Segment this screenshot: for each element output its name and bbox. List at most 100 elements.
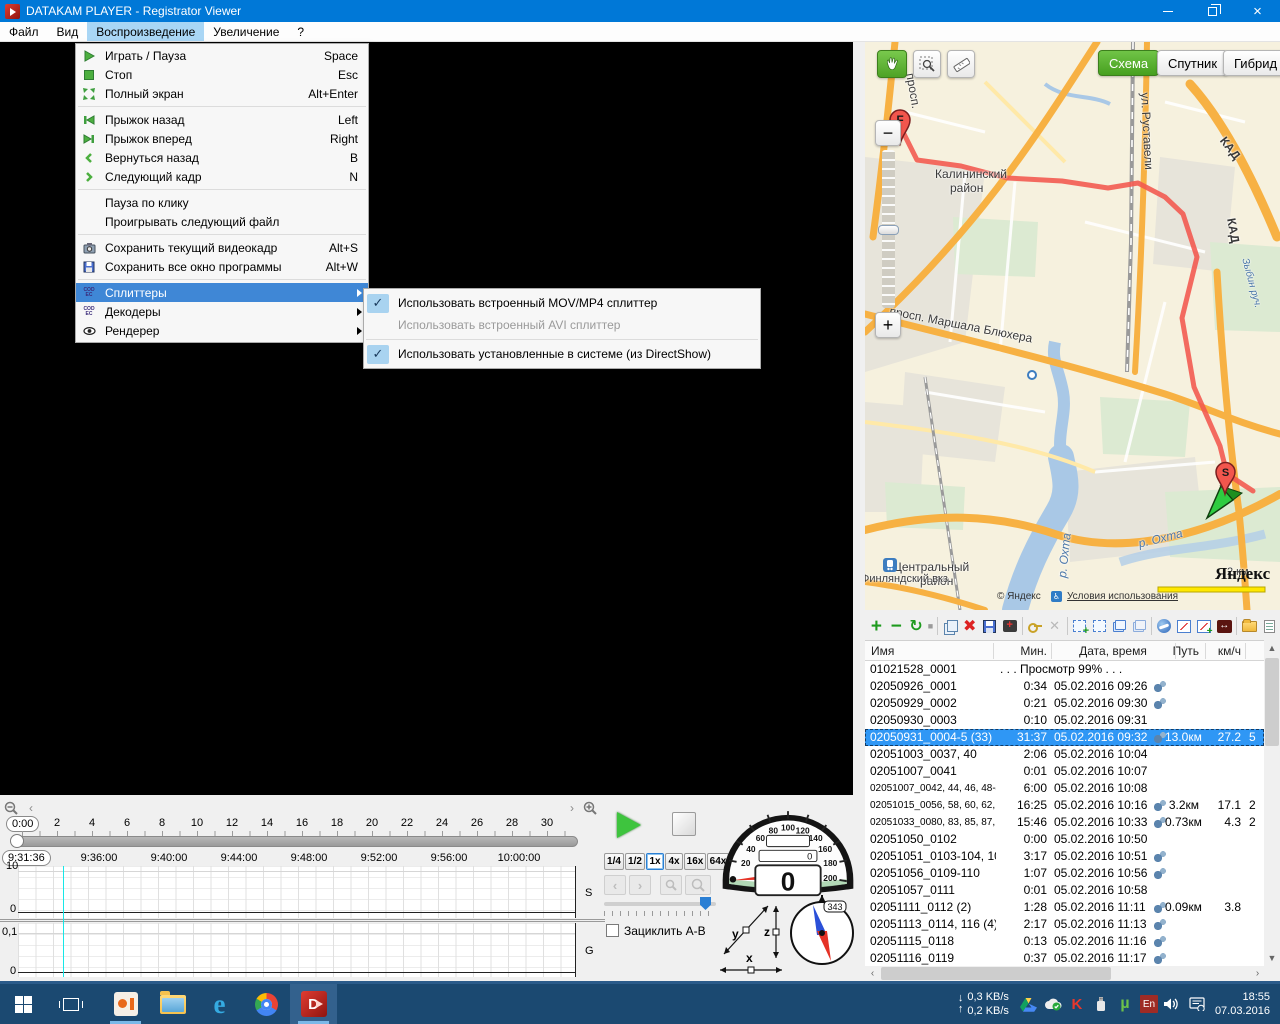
utorrent-tray-icon[interactable]: µ [1113, 984, 1137, 1024]
scroll-left-button[interactable]: ‹ [865, 966, 880, 981]
table-row[interactable]: 02051057_01110:0105.02.2016 10:58 [865, 882, 1264, 899]
table-row[interactable]: 02050926_00010:3405.02.2016 09:26 [865, 678, 1264, 695]
track-chart-button[interactable] [1175, 614, 1193, 638]
speed-1x-button[interactable]: 1x [646, 853, 664, 870]
column-name[interactable]: Имя [871, 641, 894, 661]
add-selection-button[interactable] [1070, 614, 1088, 638]
table-row[interactable]: 02051015_0056, 58, 60, 62, 64, 71, 75 (.… [865, 797, 1264, 814]
terms-link[interactable]: Условия использования [1067, 591, 1178, 602]
refresh-button[interactable]: ↻ [907, 614, 925, 638]
google-earth-button[interactable] [1155, 614, 1173, 638]
loop-ab-checkbox[interactable] [606, 924, 619, 937]
table-row[interactable]: 01021528_0001 . . . Просмотр 99% . . . [865, 661, 1264, 678]
pan-tool-button[interactable] [877, 50, 907, 78]
cut-button[interactable]: ✕ [1046, 614, 1064, 638]
ungroup-button[interactable] [1130, 614, 1148, 638]
map-layer-satellite-button[interactable]: Спутник [1157, 50, 1228, 76]
menu-item-play-next-file[interactable]: Проигрывать следующий файл [76, 212, 368, 231]
timeline-zoom-in-button[interactable] [581, 800, 599, 816]
open-folder-button[interactable] [1240, 614, 1258, 638]
timeline-zoom-out-button[interactable] [2, 800, 20, 816]
google-drive-tray-icon[interactable] [1017, 984, 1041, 1024]
save-file-button[interactable] [981, 614, 999, 638]
scroll-down-button[interactable]: ▼ [1264, 950, 1280, 966]
table-row[interactable]: 02051007_0042, 44, 46, 48-49, 51-52 (1..… [865, 780, 1264, 797]
speed-half-button[interactable]: 1/2 [625, 853, 645, 870]
taskbar-app-datakam[interactable]: D [290, 984, 337, 1024]
zoom-slider-track[interactable] [604, 902, 716, 906]
next-file-button[interactable]: › [629, 875, 651, 895]
menu-item-fullscreen[interactable]: Полный экран Alt+Enter [76, 84, 368, 103]
menu-item-jump-back[interactable]: Прыжок назад Left [76, 110, 368, 129]
table-row[interactable]: 02051003_0037, 402:0605.02.2016 10:04 [865, 746, 1264, 763]
kaspersky-tray-icon[interactable]: K [1065, 984, 1089, 1024]
submenu-item-directshow[interactable]: ✓ Использовать установленные в системе (… [364, 343, 760, 365]
menu-item-save-frame[interactable]: Сохранить текущий видеокадр Alt+S [76, 238, 368, 257]
table-horizontal-scrollbar[interactable]: ‹ › [865, 966, 1280, 981]
graph-divider[interactable] [0, 919, 605, 922]
map-zoom-in-button[interactable]: + [875, 312, 901, 338]
copy-button[interactable] [941, 614, 959, 638]
table-row[interactable]: 02051033_0080, 83, 85, 87, 93, 96 (22)15… [865, 814, 1264, 831]
table-row[interactable]: 02051051_0103-104, 107 (6)3:1705.02.2016… [865, 848, 1264, 865]
start-button[interactable] [0, 984, 47, 1024]
toolbar-dropdown-button[interactable]: ■ [927, 614, 934, 638]
menu-item-stop[interactable]: Стоп Esc [76, 65, 368, 84]
report-button[interactable] [1260, 614, 1278, 638]
minimize-button[interactable] [1145, 0, 1190, 22]
group-button[interactable] [1110, 614, 1128, 638]
table-row[interactable]: 02051111_0112 (2)1:2805.02.2016 11:11 0.… [865, 899, 1264, 916]
video-export-button[interactable]: ↔ [1215, 614, 1233, 638]
menu-item-decoders[interactable]: CODEC Декодеры [76, 302, 368, 321]
add-file-button[interactable]: + [867, 614, 885, 638]
table-row[interactable]: 02050929_00020:2105.02.2016 09:30 [865, 695, 1264, 712]
table-row[interactable]: 02051007_00410:0105.02.2016 10:07 [865, 763, 1264, 780]
selection-button[interactable] [1090, 614, 1108, 638]
column-minutes[interactable]: Мин. [995, 641, 1047, 661]
column-path[interactable]: Путь [1165, 641, 1199, 661]
chart-add-button[interactable] [1195, 614, 1213, 638]
menu-item-jump-forward[interactable]: Прыжок вперед Right [76, 129, 368, 148]
menu-playback[interactable]: Воспроизведение [87, 22, 204, 41]
horizontal-scroll-thumb[interactable] [881, 967, 1111, 980]
taskbar-app-edge[interactable]: e [196, 984, 243, 1024]
zoom-select-tool-button[interactable] [913, 50, 941, 78]
menu-help[interactable]: ? [288, 22, 313, 41]
menu-item-renderer[interactable]: Рендерер [76, 321, 368, 340]
delete-button[interactable]: ✖ [961, 614, 979, 638]
menu-item-play-pause[interactable]: Играть / Пауза Space [76, 46, 368, 65]
action-center-button[interactable] [1185, 984, 1209, 1024]
prev-file-button[interactable]: ‹ [604, 875, 626, 895]
table-row-selected[interactable]: 02050931_0004-5 (33)31:3705.02.2016 09:3… [865, 729, 1264, 746]
stop-button[interactable] [672, 812, 696, 836]
menu-file[interactable]: Файл [0, 22, 48, 41]
menu-zoom[interactable]: Увеличение [204, 22, 288, 41]
menu-item-next-frame[interactable]: Следующий кадр N [76, 167, 368, 186]
timeline-scroll-left-button[interactable]: ‹ [22, 800, 40, 816]
zoom-small-button[interactable] [660, 875, 682, 895]
task-view-button[interactable] [47, 984, 94, 1024]
menu-item-pause-on-click[interactable]: Пауза по клику [76, 193, 368, 212]
map-layer-hybrid-button[interactable]: Гибрид [1223, 50, 1280, 76]
map-panel[interactable]: просп. Калининский район ул. Руставели К… [865, 42, 1280, 610]
table-vertical-scrollbar[interactable]: ▲ ▼ [1264, 640, 1280, 966]
seek-bar[interactable] [14, 836, 578, 847]
close-button[interactable]: × [1235, 0, 1280, 22]
protect-button[interactable] [1026, 614, 1044, 638]
cloud-sync-tray-icon[interactable] [1041, 984, 1065, 1024]
map-zoom-handle[interactable] [878, 225, 899, 235]
column-datetime[interactable]: Дата, время [1054, 641, 1172, 661]
taskbar-app-capture[interactable] [102, 984, 149, 1024]
volume-tray-icon[interactable] [1161, 984, 1185, 1024]
speed-quarter-button[interactable]: 1/4 [604, 853, 624, 870]
submenu-item-mov-mp4[interactable]: ✓ Использовать встроенный MOV/MP4 сплитт… [364, 292, 760, 314]
backup-button[interactable] [1001, 614, 1019, 638]
menu-item-save-window[interactable]: Сохранить все окно программы Alt+W [76, 257, 368, 276]
menu-item-return-back[interactable]: Вернуться назад B [76, 148, 368, 167]
taskbar-app-explorer[interactable] [149, 984, 196, 1024]
column-speed[interactable]: км/ч [1207, 641, 1241, 661]
ruler-tool-button[interactable] [947, 50, 975, 78]
scroll-up-button[interactable]: ▲ [1264, 640, 1280, 656]
table-header[interactable]: Имя Мин. Дата, время Путь км/ч [865, 641, 1264, 661]
playhead-line[interactable] [63, 866, 64, 977]
